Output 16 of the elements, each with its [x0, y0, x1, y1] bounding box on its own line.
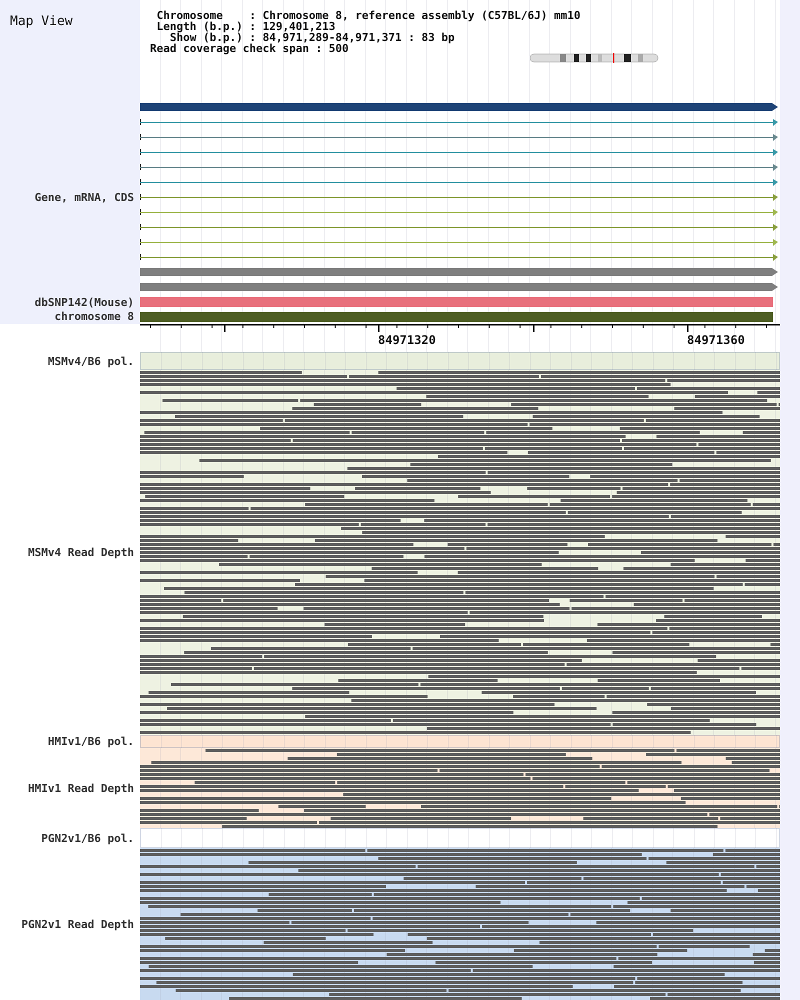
track-label: HMIv1/B6 pol. [48, 735, 134, 748]
map-view-title: Map View [10, 14, 73, 29]
track-label: chromosome 8 [54, 310, 134, 323]
position-label: 84971360 [687, 333, 745, 347]
track-label: dbSNP142(Mouse) [34, 296, 134, 308]
track-label: PGN2v1/B6 pol. [41, 832, 134, 844]
info-line: Length (b.p.) : 129,401,213 [156, 21, 336, 32]
track-label: Gene, mRNA, CDS [34, 191, 134, 204]
info-line: Chromosome : Chromosome 8, reference assembly (C57BL/6J) mm10 [156, 10, 582, 21]
track-label: MSMv4/B6 pol. [48, 354, 134, 368]
info-line: Read coverage check span : 500 [150, 43, 349, 54]
position-label: 84971320 [378, 333, 436, 347]
track-label: MSMv4 Read Depth [28, 546, 134, 559]
track-label: HMIv1 Read Depth [28, 782, 134, 794]
info-line: Show (b.p.) : 84,971,289-84,971,371 : 83 bp [170, 32, 456, 43]
track-label: PGN2v1 Read Depth [21, 918, 134, 930]
